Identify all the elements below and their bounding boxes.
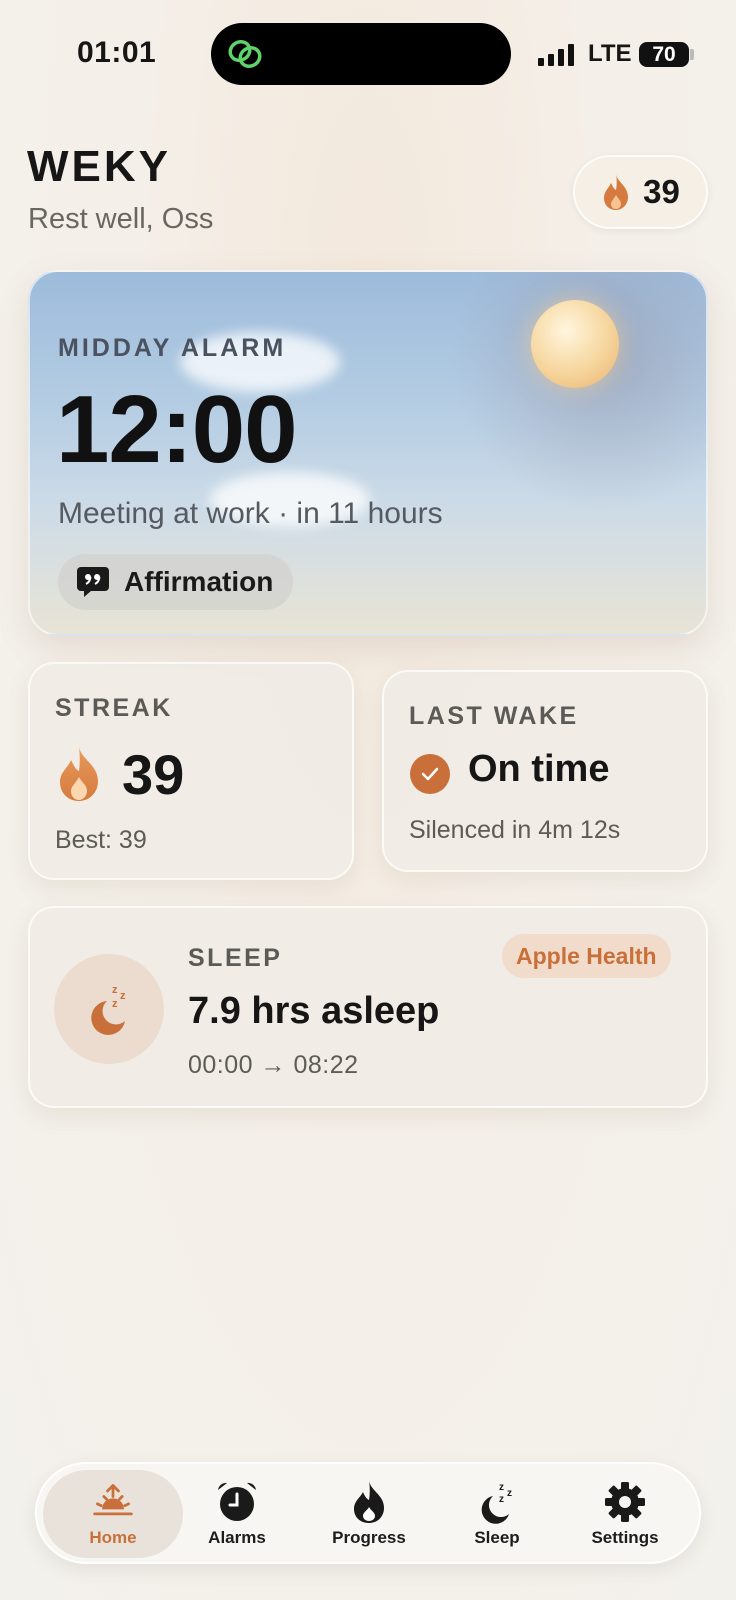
sleep-label: SLEEP <box>188 944 283 972</box>
sleep-illustration: z z z <box>54 954 164 1064</box>
tab-label: Settings <box>591 1528 659 1547</box>
alarm-detail: Meeting at work · in 11 hours <box>58 497 443 530</box>
network-type: LTE <box>588 40 632 67</box>
tab-bar: Home Alarms Progress z z z Sleep Setting… <box>35 1462 701 1564</box>
status-time: 01:01 <box>77 36 157 69</box>
greeting: Rest well, Oss <box>28 203 214 235</box>
streak-pill[interactable]: 39 <box>573 155 708 229</box>
flame-icon <box>354 1481 384 1523</box>
alarm-time: 12:00 <box>56 376 298 483</box>
tab-home[interactable]: Home <box>43 1470 183 1558</box>
tab-label: Alarms <box>208 1528 266 1547</box>
gear-icon <box>605 1482 645 1522</box>
tab-label: Sleep <box>474 1528 520 1547</box>
sleep-card[interactable]: z z z SLEEP Apple Health 7.9 hrs asleep … <box>28 906 708 1108</box>
sleep-range: 00:00 → 08:22 <box>188 1051 359 1079</box>
affirmation-label: Affirmation <box>124 566 274 597</box>
wake-status: On time <box>468 748 610 790</box>
quote-bubble-icon <box>77 567 109 597</box>
tab-progress[interactable]: Progress <box>299 1470 439 1558</box>
sunrise-icon <box>93 1484 133 1516</box>
sleep-value: 7.9 hrs asleep <box>188 990 440 1032</box>
last-wake-card[interactable]: LAST WAKE On time Silenced in 4m 12s <box>382 670 708 872</box>
flame-icon <box>604 174 629 210</box>
streak-card[interactable]: STREAK 39 Best: 39 <box>28 662 354 880</box>
alarm-clock-icon <box>218 1482 256 1521</box>
streak-pill-count: 39 <box>643 173 680 210</box>
svg-text:z: z <box>499 1494 504 1505</box>
streak-value: 39 <box>122 743 185 806</box>
flame-icon <box>60 747 98 801</box>
affirmation-chip[interactable]: Affirmation <box>58 554 293 610</box>
tab-alarms[interactable]: Alarms <box>167 1470 307 1558</box>
battery-icon: 70 <box>639 42 689 67</box>
svg-text:z: z <box>112 984 118 996</box>
sun-illustration <box>531 300 619 388</box>
signal-icon <box>538 42 574 66</box>
moon-zzz-icon: z z z <box>481 1482 512 1524</box>
streak-label: STREAK <box>55 694 173 722</box>
last-wake-label: LAST WAKE <box>409 702 579 730</box>
next-alarm-card[interactable]: MIDDAY ALARM 12:00 Meeting at work · in … <box>28 270 708 636</box>
tab-label: Progress <box>332 1528 406 1547</box>
battery-level: 70 <box>652 42 676 66</box>
svg-text:z: z <box>507 1488 512 1499</box>
svg-text:z: z <box>499 1482 504 1493</box>
svg-text:z: z <box>112 998 118 1010</box>
alarm-label: MIDDAY ALARM <box>58 334 287 362</box>
streak-best: Best: 39 <box>55 826 147 854</box>
moon-zzz-icon: z z z <box>91 984 126 1035</box>
svg-text:z: z <box>120 990 126 1002</box>
apple-health-badge[interactable]: Apple Health <box>502 934 671 978</box>
app-title: WEKY <box>27 142 171 191</box>
check-circle-icon <box>410 754 450 794</box>
tab-settings[interactable]: Settings <box>555 1470 695 1558</box>
tab-label: Home <box>89 1528 137 1547</box>
tab-sleep[interactable]: z z z Sleep <box>427 1470 567 1558</box>
link-rings-icon <box>228 39 262 69</box>
wake-detail: Silenced in 4m 12s <box>409 816 621 844</box>
dynamic-island <box>211 23 511 85</box>
